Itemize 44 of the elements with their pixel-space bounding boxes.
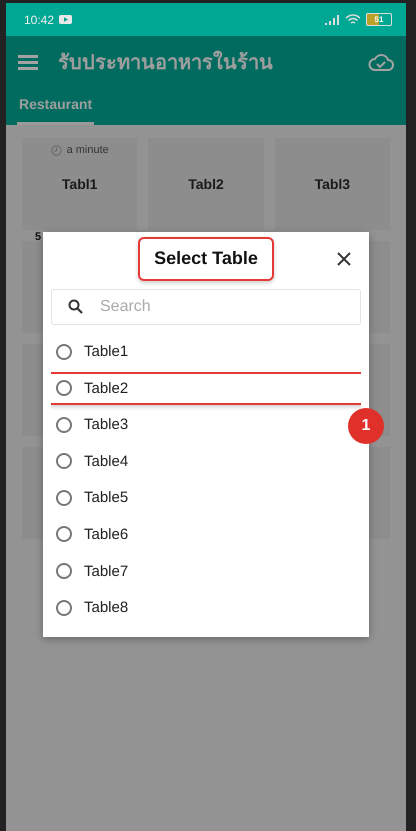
elapsed-time: a minute (66, 144, 109, 156)
signal-icon (325, 14, 340, 24)
radio-button[interactable] (56, 380, 72, 396)
table-option[interactable]: Table8 (51, 591, 138, 624)
table-option[interactable]: Table7 (51, 554, 138, 588)
table-name: Tabl2 (188, 176, 224, 192)
video-icon (59, 15, 72, 24)
close-icon[interactable] (337, 252, 351, 266)
battery-icon: 51 (366, 13, 392, 26)
radio-button[interactable] (56, 526, 72, 542)
table-label: Table5 (84, 489, 128, 506)
table-label: Table4 (84, 452, 128, 470)
table-option[interactable]: Table6 (51, 518, 138, 551)
radio-button[interactable] (56, 600, 72, 616)
radio-button[interactable] (56, 453, 72, 470)
clock-icon (50, 144, 62, 156)
table-name: Tabl1 (62, 176, 98, 192)
table-label: Table6 (84, 526, 128, 543)
table-label: Table3 (84, 416, 128, 434)
table-label: Table1 (84, 343, 128, 360)
radio-button[interactable] (56, 344, 72, 360)
guest-count: 5 (35, 231, 42, 243)
radio-button[interactable] (56, 416, 72, 433)
table-tile[interactable]: Tabl3 (274, 138, 390, 230)
table-label: Table2 (84, 380, 128, 397)
table-tile[interactable]: Tabl2 (148, 138, 264, 230)
search-field[interactable]: Search (51, 289, 361, 325)
wifi-icon (345, 14, 361, 26)
table-label: Table8 (84, 599, 128, 616)
step-marker: 1 (348, 408, 384, 444)
table-name: Tabl3 (314, 176, 350, 192)
status-time: 10:42 (24, 12, 54, 26)
table-option[interactable]: Table2 (51, 372, 361, 405)
dialog-title: Select Table (138, 237, 274, 281)
radio-button[interactable] (56, 563, 72, 580)
cloud-check-icon[interactable] (368, 53, 394, 71)
table-option[interactable]: Table5 (51, 481, 138, 514)
table-option[interactable]: Table4 (51, 444, 138, 478)
table-option[interactable]: Table3 (51, 408, 138, 442)
table-option[interactable]: Table1 (51, 335, 138, 368)
menu-icon[interactable] (18, 54, 38, 70)
app-title: รับประทานอาหารในร้าน (58, 49, 274, 76)
radio-button[interactable] (56, 490, 72, 506)
table-label: Table7 (84, 562, 128, 580)
